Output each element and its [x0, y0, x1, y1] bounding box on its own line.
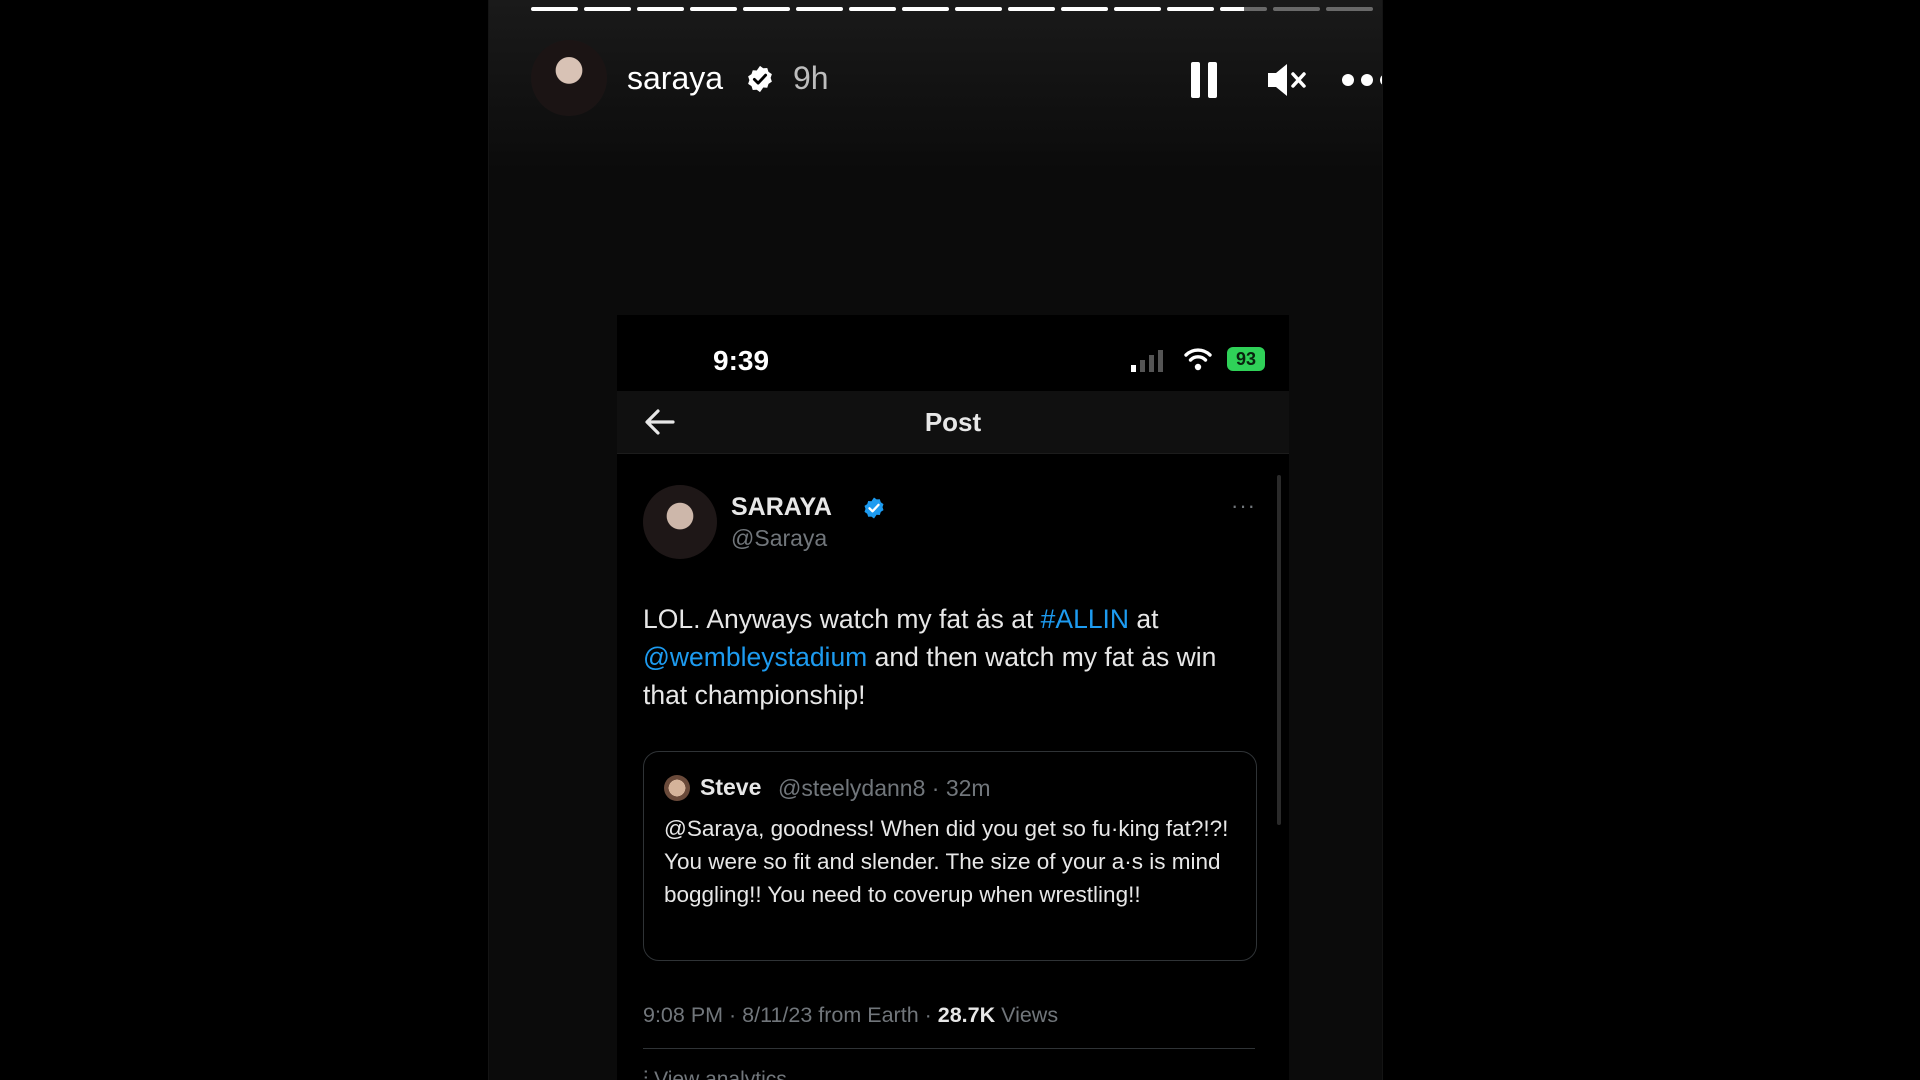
analytics-icon: ⫶ — [643, 1068, 655, 1080]
progress-segment — [1008, 7, 1055, 11]
post-text-part: LOL. Anyways watch my fat ȧs at — [643, 604, 1041, 634]
wifi-icon — [1184, 348, 1212, 371]
view-analytics-label: View analytics — [654, 1068, 787, 1080]
progress-segment — [796, 7, 843, 11]
quote-text: @Saraya, goodness! When did you get so f… — [664, 816, 1229, 907]
status-bar-time: 9:39 — [713, 345, 770, 376]
post-text-part: at — [1129, 604, 1159, 634]
divider — [643, 1048, 1255, 1049]
progress-segment-fill — [637, 7, 684, 11]
battery-icon: 93 — [1227, 347, 1265, 371]
post-more-icon[interactable]: ··· — [1231, 493, 1256, 519]
quote-author-name: Steve — [700, 774, 762, 800]
author-avatar[interactable] — [643, 485, 717, 559]
progress-segment — [1326, 7, 1373, 11]
post-navbar: Post — [617, 391, 1289, 454]
progress-segment — [637, 7, 684, 11]
progress-segment-fill — [1220, 7, 1244, 11]
quote-avatar — [664, 775, 690, 801]
view-analytics-link[interactable]: ⫶ View analytics — [643, 1068, 787, 1080]
post-text: LOL. Anyways watch my fat ȧs at #ALLIN … — [643, 600, 1263, 714]
progress-segment — [743, 7, 790, 11]
progress-segment-fill — [796, 7, 843, 11]
author-name[interactable]: SARAYA — [731, 493, 832, 522]
progress-segment-fill — [1061, 7, 1108, 11]
hashtag-link[interactable]: #ALLIN — [1041, 604, 1129, 634]
story-header: saraya 9h — [531, 40, 1382, 120]
pause-icon[interactable] — [1189, 58, 1219, 102]
progress-segment — [531, 7, 578, 11]
progress-segment-fill — [902, 7, 949, 11]
progress-segment — [1114, 7, 1161, 11]
progress-segment-fill — [743, 7, 790, 11]
story-progress-bar — [531, 7, 1373, 12]
progress-segment-fill — [584, 7, 631, 11]
progress-segment-fill — [1167, 7, 1214, 11]
progress-segment-fill — [1008, 7, 1055, 11]
progress-segment-fill — [849, 7, 896, 11]
progress-segment-fill — [531, 7, 578, 11]
verified-icon — [748, 65, 772, 93]
progress-segment-fill — [1114, 7, 1161, 11]
mute-icon[interactable] — [1265, 58, 1307, 102]
scrollbar[interactable] — [1277, 475, 1281, 825]
more-icon[interactable] — [1341, 58, 1383, 102]
mention-link[interactable]: @wembleystadium — [643, 642, 867, 672]
post-timestamp: 9:08 PM · 8/11/23 from Earth · — [643, 1003, 938, 1027]
story-username[interactable]: saraya — [627, 60, 723, 97]
signal-icon — [1131, 350, 1163, 372]
quote-meta: @steelydann8 · 32m — [778, 775, 991, 801]
author-handle[interactable]: @Saraya — [731, 525, 827, 552]
post-footer: 9:08 PM · 8/11/23 from Earth · 28.7K Vie… — [643, 1003, 1058, 1028]
progress-segment — [690, 7, 737, 11]
story-avatar[interactable] — [531, 40, 607, 116]
progress-segment — [1061, 7, 1108, 11]
progress-segment — [1220, 7, 1267, 11]
progress-segment — [1273, 7, 1320, 11]
progress-segment — [1167, 7, 1214, 11]
views-count: 28.7K — [937, 1003, 996, 1027]
progress-segment-fill — [690, 7, 737, 11]
progress-segment-fill — [955, 7, 1002, 11]
quoted-tweet[interactable]: Steve @steelydann8 · 32m @Saraya, goodne… — [643, 751, 1257, 961]
tweet-screenshot: 9:39 93 Post SARAYA @Saraya ··· LOL. Any… — [617, 315, 1289, 1080]
story-viewer: saraya 9h 9:39 93 Post SARAYA @Saraya ··… — [488, 0, 1383, 1080]
nav-title: Post — [924, 407, 982, 437]
progress-segment — [902, 7, 949, 11]
verified-icon — [864, 497, 884, 519]
progress-segment — [955, 7, 1002, 11]
views-label: Views — [995, 1003, 1059, 1027]
progress-segment — [849, 7, 896, 11]
progress-segment — [584, 7, 631, 11]
story-timestamp: 9h — [793, 60, 829, 96]
